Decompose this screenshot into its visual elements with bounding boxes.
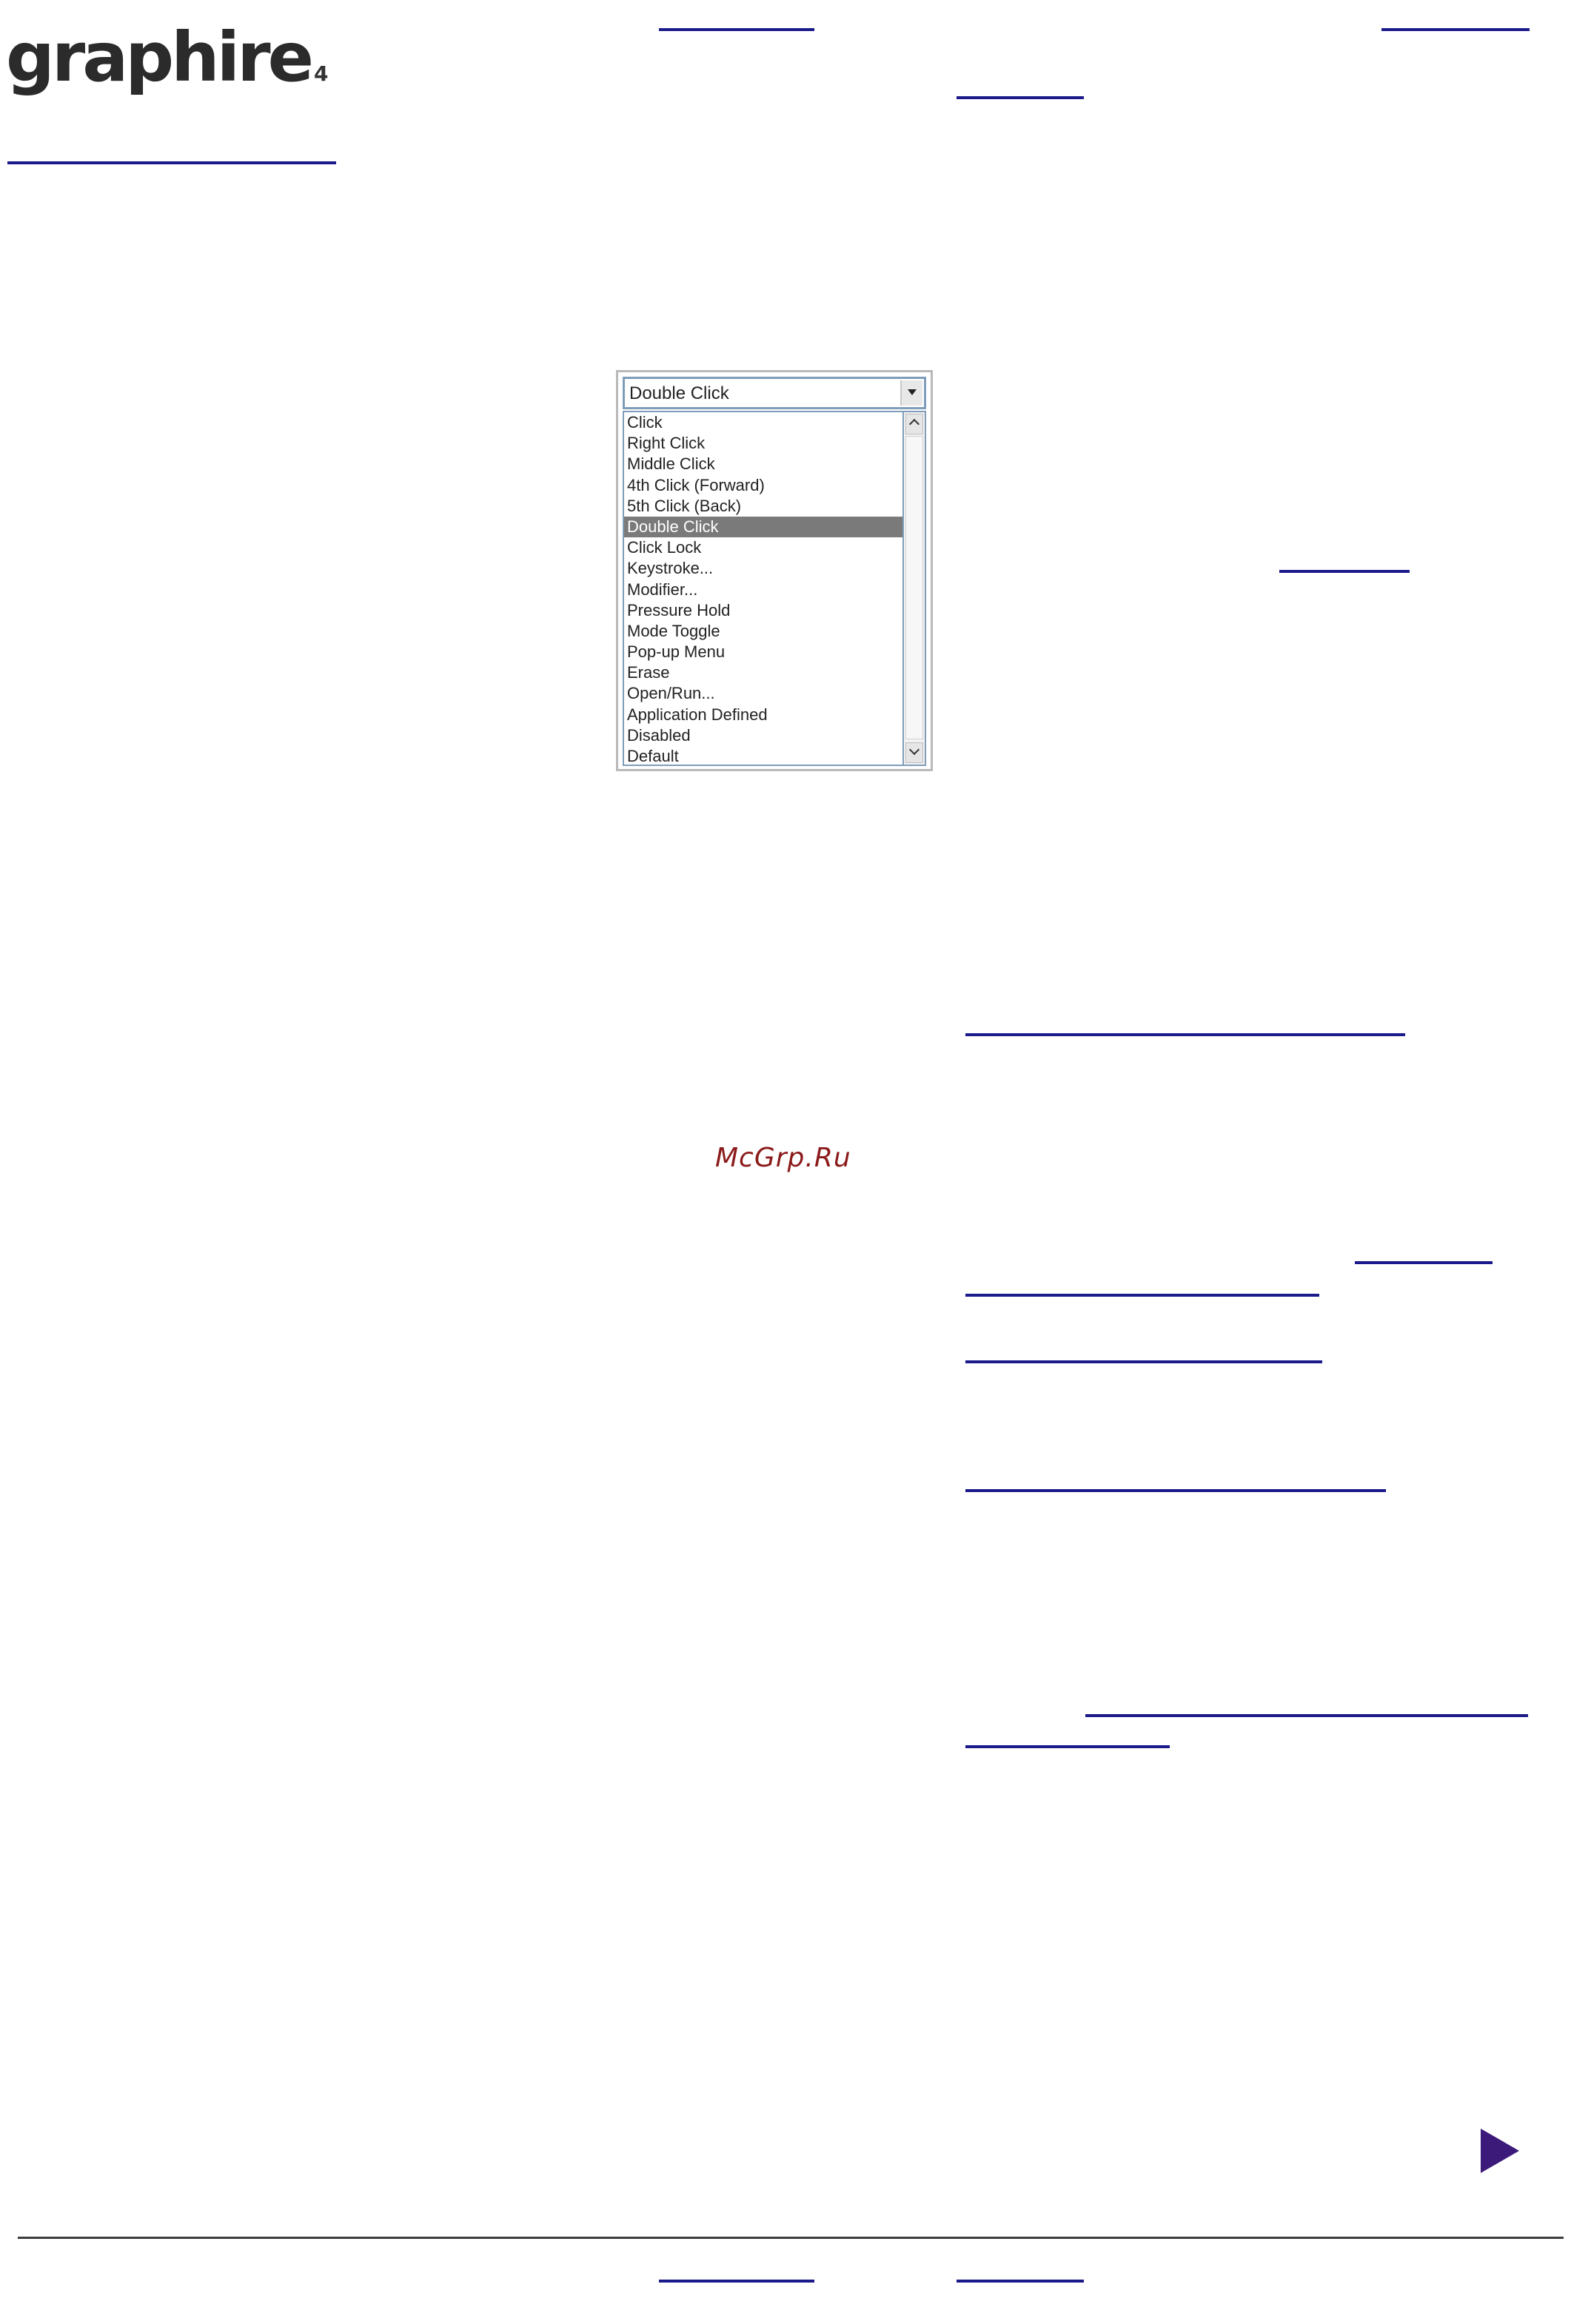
dropdown-option[interactable]: Default bbox=[624, 746, 902, 765]
dropdown-option[interactable]: Double Click bbox=[624, 516, 902, 538]
header-link-back[interactable] bbox=[957, 96, 1084, 99]
dropdown-option[interactable]: Pressure Hold bbox=[624, 600, 902, 621]
dropdown-scrollbar[interactable] bbox=[904, 411, 926, 766]
dropdown-selected-value: Double Click bbox=[629, 383, 729, 403]
body-link-1[interactable] bbox=[1279, 570, 1410, 573]
logo-sub: 4 bbox=[313, 61, 329, 86]
scroll-down-icon[interactable] bbox=[905, 742, 923, 763]
body-link-3b[interactable] bbox=[965, 1294, 1319, 1297]
header-link-section[interactable] bbox=[7, 161, 336, 164]
scroll-thumb[interactable] bbox=[905, 436, 923, 739]
dropdown-option[interactable]: Right Click bbox=[624, 433, 902, 454]
body-link-6b[interactable] bbox=[965, 1745, 1170, 1748]
dropdown-option[interactable]: 4th Click (Forward) bbox=[624, 475, 902, 496]
logo-text: graphire bbox=[6, 18, 314, 97]
dropdown-option[interactable]: Open/Run... bbox=[624, 683, 902, 704]
next-page-arrow-icon[interactable] bbox=[1481, 2129, 1519, 2173]
watermark: McGrp.Ru bbox=[715, 1143, 851, 1173]
graphire-logo: graphire 4 bbox=[6, 13, 328, 102]
button-function-dropdown[interactable]: Double Click Click Right Click Middle Clic… bbox=[616, 370, 933, 771]
dropdown-option[interactable]: Middle Click bbox=[624, 454, 902, 474]
body-link-6a[interactable] bbox=[1085, 1714, 1528, 1717]
body-link-5[interactable] bbox=[965, 1489, 1386, 1492]
dropdown-combo[interactable]: Double Click bbox=[623, 377, 926, 409]
header-link-index[interactable] bbox=[1381, 28, 1530, 31]
body-link-2[interactable] bbox=[965, 1033, 1405, 1036]
dropdown-option[interactable]: 5th Click (Back) bbox=[624, 496, 902, 517]
body-link-4[interactable] bbox=[965, 1360, 1322, 1363]
chevron-down-icon[interactable] bbox=[900, 380, 922, 406]
body-link-3a[interactable] bbox=[1355, 1261, 1493, 1264]
dropdown-option[interactable]: Keystroke... bbox=[624, 558, 902, 579]
footer-divider bbox=[18, 2237, 1564, 2239]
dropdown-option[interactable]: Application Defined bbox=[624, 705, 902, 725]
footer-link-contents[interactable] bbox=[659, 2280, 814, 2283]
dropdown-option[interactable]: Click bbox=[624, 412, 902, 433]
dropdown-option[interactable]: Pop-up Menu bbox=[624, 642, 902, 662]
dropdown-option[interactable]: Modifier... bbox=[624, 580, 902, 600]
dropdown-option[interactable]: Mode Toggle bbox=[624, 621, 902, 642]
dropdown-option[interactable]: Click Lock bbox=[624, 537, 902, 558]
header-link-contents[interactable] bbox=[659, 28, 814, 31]
dropdown-option[interactable]: Disabled bbox=[624, 725, 902, 746]
scroll-up-icon[interactable] bbox=[905, 414, 923, 434]
footer-link-index[interactable] bbox=[957, 2280, 1084, 2283]
dropdown-options-list[interactable]: Click Right Click Middle Click 4th Click (F… bbox=[623, 411, 904, 766]
dropdown-option[interactable]: Erase bbox=[624, 662, 902, 683]
